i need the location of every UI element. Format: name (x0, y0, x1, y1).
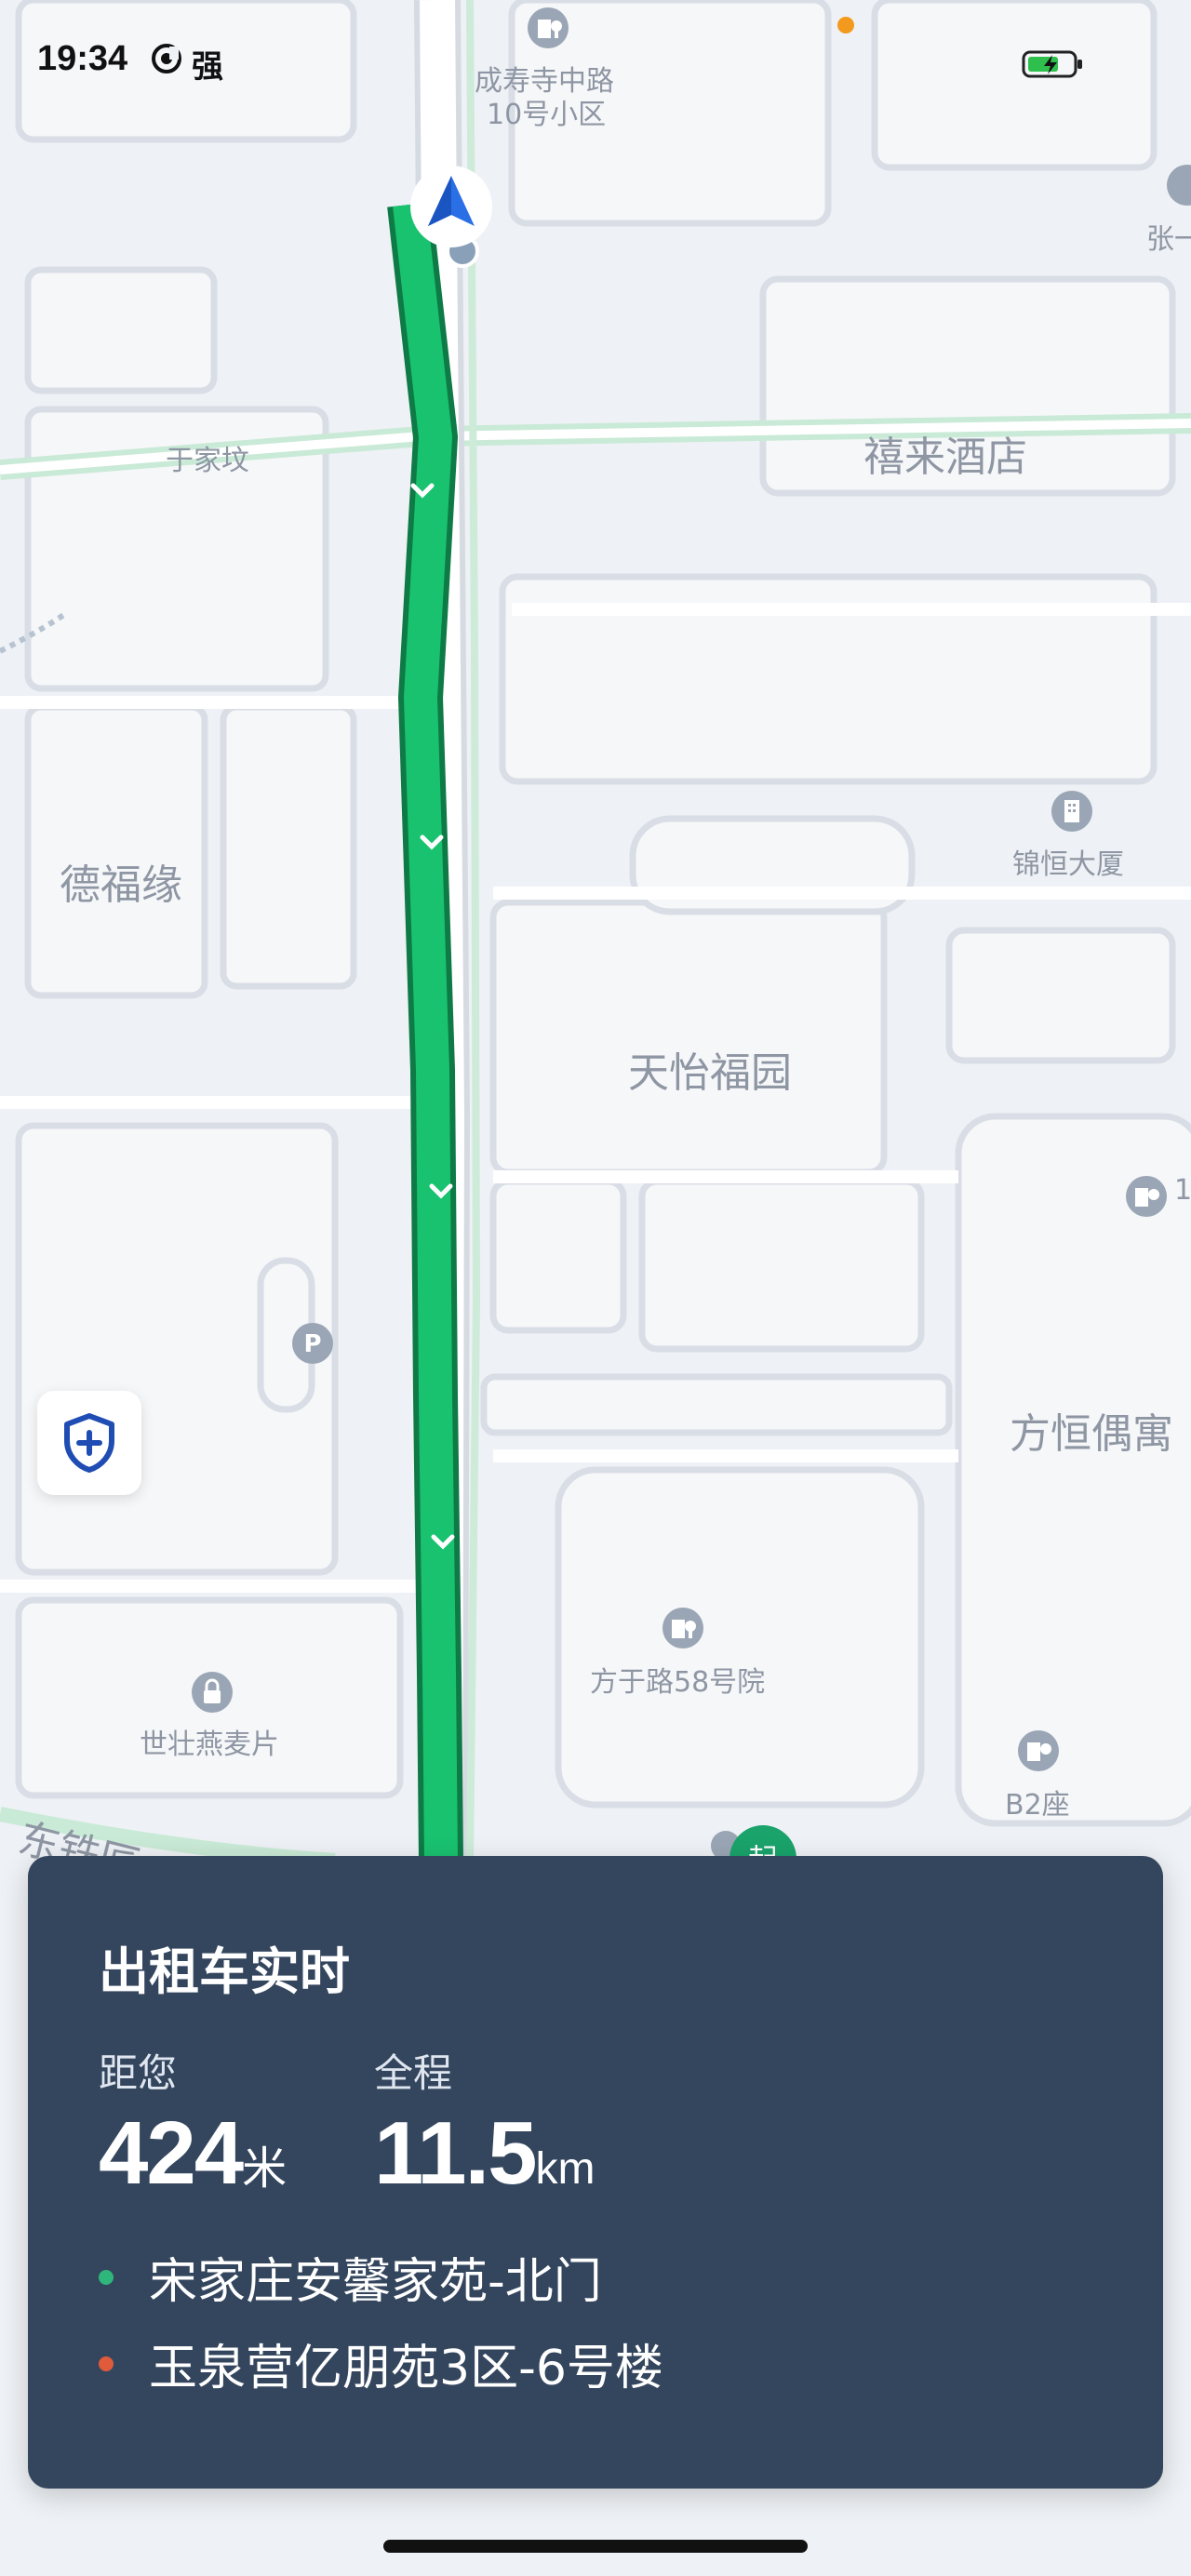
taxi-realtime-card[interactable]: 出租车实时 距您 424米 全程 11.5km 宋家庄安馨家苑-北门 玉泉营亿朋… (28, 1856, 1163, 2489)
residential-poi-icon[interactable] (526, 6, 570, 50)
origin-name: 宋家庄安馨家苑-北门 (149, 2254, 602, 2310)
residential-poi-icon[interactable] (661, 1606, 705, 1650)
residential-poi-icon[interactable] (1016, 1728, 1061, 1773)
road-label[interactable]: 于家坟 (166, 437, 249, 478)
distance-unit: 米 (242, 2144, 288, 2194)
origin-dot (99, 2269, 114, 2285)
privacy-indicator-dot (837, 17, 854, 33)
hd-signal-icon (152, 44, 181, 73)
lock-poi-icon[interactable] (190, 1670, 234, 1715)
battery-charging-icon (1022, 50, 1082, 78)
office-building-poi-icon[interactable] (1050, 789, 1094, 834)
map-label[interactable]: 10号小区 (487, 91, 606, 132)
building-poi-icon[interactable] (1165, 163, 1191, 207)
card-title: 出租车实时 (99, 1942, 350, 2001)
distance-value: 424米 (99, 2102, 287, 2205)
current-location-arrow-icon[interactable] (409, 163, 493, 256)
map-label[interactable]: 天怡福园 (628, 1039, 792, 1099)
home-indicator[interactable] (383, 2540, 808, 2553)
map-label[interactable]: 方于路58号院 (590, 1659, 765, 1700)
origin-row: 宋家庄安馨家苑-北门 (99, 2242, 602, 2312)
destination-dot (99, 2356, 114, 2371)
map-label[interactable]: 方恒偶寓 (1010, 1400, 1173, 1460)
map-label[interactable]: 锦恒大厦 (1012, 841, 1124, 882)
safety-shield-button[interactable] (37, 1391, 141, 1495)
total-label: 全程 (374, 2050, 453, 2096)
map-label[interactable]: 德福缘 (60, 851, 182, 911)
shield-plus-icon (64, 1413, 114, 1473)
distance-number: 424 (99, 2103, 244, 2203)
destination-name: 玉泉营亿朋苑3区-6号楼 (149, 2341, 663, 2396)
map-label[interactable]: B2座 (1005, 1782, 1070, 1822)
status-time: 19:34 (37, 39, 128, 78)
map-label[interactable]: 禧来酒店 (863, 423, 1027, 483)
map-label[interactable]: 1 (1174, 1174, 1191, 1207)
total-value: 11.5km (374, 2102, 596, 2205)
svg-text:P: P (303, 1330, 321, 1358)
map-label[interactable]: 张一 (1146, 216, 1191, 257)
total-number: 11.5 (374, 2103, 538, 2203)
parking-icon[interactable]: P (290, 1321, 335, 1366)
destination-row: 玉泉营亿朋苑3区-6号楼 (99, 2329, 663, 2398)
map-label[interactable]: 世壮燕麦片 (140, 1721, 279, 1762)
carrier-label: 强 (192, 48, 223, 86)
residential-poi-icon[interactable] (1124, 1174, 1169, 1219)
total-unit: km (535, 2144, 596, 2194)
distance-label: 距您 (99, 2050, 178, 2096)
